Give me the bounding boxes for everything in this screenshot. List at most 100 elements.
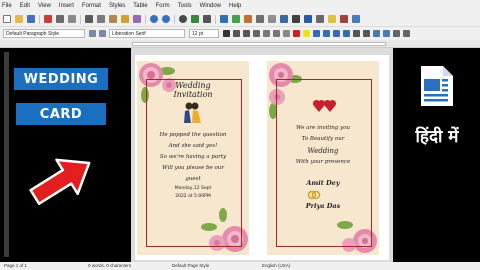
justify-icon[interactable] xyxy=(343,30,350,37)
bullets-icon[interactable] xyxy=(353,30,360,37)
arrow-right-icon xyxy=(29,158,91,205)
numbering-icon[interactable] xyxy=(363,30,370,37)
font-name-select[interactable]: Liberation Serif xyxy=(109,29,185,38)
insert-image-icon[interactable] xyxy=(232,15,240,23)
shapes-icon[interactable] xyxy=(352,15,360,23)
font-color-icon[interactable] xyxy=(293,30,300,37)
clear-formatting-icon[interactable] xyxy=(133,15,141,23)
spelling-icon[interactable] xyxy=(191,15,199,23)
align-left-icon[interactable] xyxy=(313,30,320,37)
superscript-icon[interactable] xyxy=(263,30,270,37)
hindi-label: हिंदी में xyxy=(415,127,459,147)
bride-groom-name-1: Amit Dey xyxy=(306,179,340,187)
menu-format[interactable]: Format xyxy=(82,3,101,9)
document-area[interactable]: Wedding Invitation He popped the questio… xyxy=(131,48,393,262)
card-line-3: So we're having a party xyxy=(159,154,227,160)
document-page[interactable]: Wedding Invitation He popped the questio… xyxy=(135,55,389,260)
insert-field-icon[interactable] xyxy=(280,15,288,23)
card-date-line-1: Monday,12 Sept xyxy=(174,186,212,191)
menu-help[interactable]: Help xyxy=(229,3,241,9)
menu-file[interactable]: File xyxy=(2,3,12,9)
formatting-marks-icon[interactable] xyxy=(203,15,211,23)
new-style-icon[interactable] xyxy=(99,30,106,37)
card-date-line-2: 2022 at 5:00PM xyxy=(175,194,211,199)
paragraph-style-select[interactable]: Default Paragraph Style xyxy=(3,29,85,38)
menu-view[interactable]: View xyxy=(38,3,51,9)
strikethrough-icon[interactable] xyxy=(253,30,260,37)
menu-form[interactable]: Form xyxy=(156,3,170,9)
formatting-toolbar: Default Paragraph Style Liberation Serif… xyxy=(0,27,480,40)
bride-groom-name-2: Priya Das xyxy=(305,202,341,210)
invite-line-2: To Beautify our xyxy=(301,136,345,142)
menu-bar: File Edit View Insert Format Styles Tabl… xyxy=(0,0,480,12)
redo-icon[interactable] xyxy=(162,15,170,23)
toolbar-separator xyxy=(174,14,175,24)
footnote-icon[interactable] xyxy=(316,15,324,23)
menu-table[interactable]: Table xyxy=(133,3,147,9)
bold-icon[interactable] xyxy=(223,30,230,37)
app-window: File Edit View Insert Format Styles Tabl… xyxy=(0,0,480,270)
update-style-icon[interactable] xyxy=(89,30,96,37)
standard-toolbar xyxy=(0,12,480,27)
font-size-select[interactable]: 12 pt xyxy=(189,29,219,38)
align-right-icon[interactable] xyxy=(333,30,340,37)
card-title-line-1: Wedding xyxy=(175,81,211,90)
clone-formatting-icon[interactable] xyxy=(121,15,129,23)
invite-line-4: With your presence xyxy=(295,159,351,165)
copy-icon[interactable] xyxy=(97,15,105,23)
export-pdf-icon[interactable] xyxy=(44,15,52,23)
couple-icon xyxy=(184,102,201,123)
toolbar-separator xyxy=(80,14,81,24)
menu-styles[interactable]: Styles xyxy=(109,3,125,9)
menu-edit[interactable]: Edit xyxy=(20,3,30,9)
toolbar-separator xyxy=(215,14,216,24)
ring-icon xyxy=(307,190,321,200)
shadow-icon[interactable] xyxy=(283,30,290,37)
print-icon[interactable] xyxy=(56,15,64,23)
wedding-label: WEDDING xyxy=(14,68,108,90)
insert-table-icon[interactable] xyxy=(220,15,228,23)
toolbar-separator xyxy=(145,14,146,24)
new-document-icon[interactable] xyxy=(3,15,11,23)
print-preview-icon[interactable] xyxy=(68,15,76,23)
cut-icon[interactable] xyxy=(85,15,93,23)
card-label: CARD xyxy=(16,103,106,125)
find-replace-icon[interactable] xyxy=(179,15,187,23)
line-spacing-icon[interactable] xyxy=(393,30,400,37)
hyperlink-icon[interactable] xyxy=(304,15,312,23)
italic-icon[interactable] xyxy=(233,30,240,37)
card-title-line-2: Invitation xyxy=(173,90,213,99)
track-changes-icon[interactable] xyxy=(340,15,348,23)
menu-insert[interactable]: Insert xyxy=(59,3,74,9)
special-character-icon[interactable] xyxy=(292,15,300,23)
paste-icon[interactable] xyxy=(109,15,117,23)
invitation-card-front: Wedding Invitation He popped the questio… xyxy=(137,61,249,255)
insert-chart-icon[interactable] xyxy=(244,15,252,23)
status-word-count[interactable]: 0 words, 0 characters xyxy=(88,263,131,268)
status-language[interactable]: English (USA) xyxy=(262,263,290,268)
invite-line-3: Wedding xyxy=(307,147,339,155)
save-icon[interactable] xyxy=(27,15,35,23)
indent-icon[interactable] xyxy=(373,30,380,37)
menu-tools[interactable]: Tools xyxy=(178,3,192,9)
open-folder-icon[interactable] xyxy=(15,15,23,23)
comment-icon[interactable] xyxy=(328,15,336,23)
menu-window[interactable]: Window xyxy=(200,3,221,9)
page-break-icon[interactable] xyxy=(268,15,276,23)
right-overlay-panel: हिंदी में xyxy=(393,48,480,262)
card-line-2: And she said yes! xyxy=(168,143,218,149)
horizontal-ruler[interactable] xyxy=(0,40,480,48)
card-line-1: He popped the question xyxy=(159,132,227,138)
ruler-track xyxy=(132,42,386,46)
undo-icon[interactable] xyxy=(150,15,158,23)
highlight-icon[interactable] xyxy=(303,30,310,37)
status-page[interactable]: Page 1 of 1 xyxy=(4,263,27,268)
paragraph-spacing-icon[interactable] xyxy=(403,30,410,37)
underline-icon[interactable] xyxy=(243,30,250,37)
insert-textbox-icon[interactable] xyxy=(256,15,264,23)
status-page-style[interactable]: Default Page Style xyxy=(172,263,209,268)
align-center-icon[interactable] xyxy=(323,30,330,37)
subscript-icon[interactable] xyxy=(273,30,280,37)
vertical-ruler[interactable] xyxy=(4,52,9,257)
outdent-icon[interactable] xyxy=(383,30,390,37)
